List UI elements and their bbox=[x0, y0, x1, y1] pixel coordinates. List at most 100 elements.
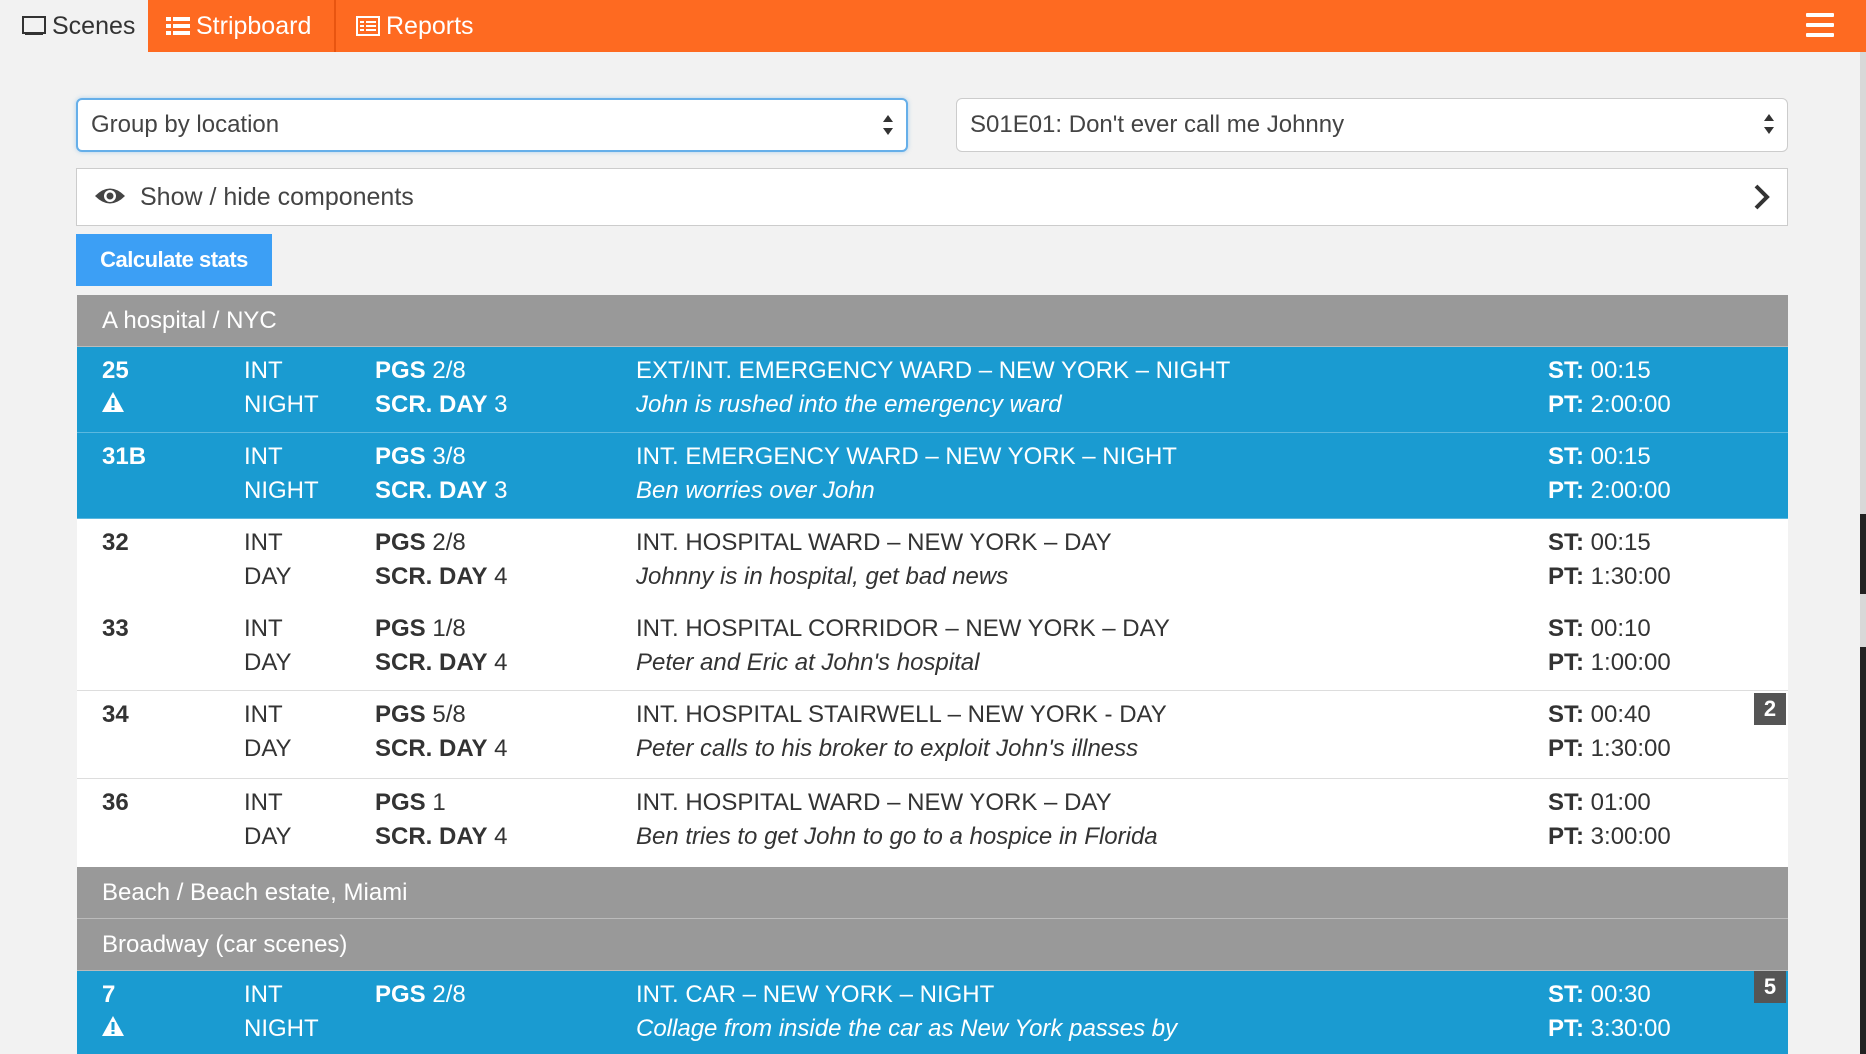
st-label: ST: bbox=[1548, 981, 1584, 1008]
scene-heading: INT. HOSPITAL WARD – NEW YORK – DAY bbox=[636, 529, 1112, 556]
scene-row[interactable]: 36 INT DAY PGS 1 SCR. DAY 4 INT. HOSPITA… bbox=[77, 779, 1788, 867]
scene-time-of-day: DAY bbox=[244, 823, 292, 850]
select-arrows-icon bbox=[882, 114, 894, 143]
scene-row[interactable]: 34 INT DAY PGS 5/8 SCR. DAY 4 INT. HOSPI… bbox=[77, 691, 1788, 779]
st-label: ST: bbox=[1548, 701, 1584, 728]
tab-scenes-label: Scenes bbox=[52, 11, 136, 40]
location-group-header[interactable]: A hospital / NYC bbox=[77, 295, 1788, 347]
scene-heading: EXT/INT. EMERGENCY WARD – NEW YORK – NIG… bbox=[636, 357, 1231, 384]
scene-scr-day: 3 bbox=[494, 391, 508, 418]
episode-select-value: S01E01: Don't ever call me Johnny bbox=[970, 111, 1345, 138]
scene-pages: 1/8 bbox=[432, 615, 466, 642]
chevron-right-icon bbox=[1753, 183, 1771, 218]
scene-scr-day: 4 bbox=[494, 563, 508, 590]
scene-st: 00:40 bbox=[1590, 701, 1651, 728]
tab-divider bbox=[334, 0, 336, 52]
pt-label: PT: bbox=[1548, 477, 1584, 504]
scene-st: 00:15 bbox=[1590, 443, 1651, 470]
scene-row[interactable]: 7 INT NIGHT PGS 2/8 INT. CAR – NEW YORK … bbox=[77, 971, 1788, 1054]
scene-scr-day: 4 bbox=[494, 735, 508, 762]
scene-st: 00:15 bbox=[1590, 529, 1651, 556]
scene-summary: Peter and Eric at John's hospital bbox=[636, 649, 980, 676]
scene-number: 34 bbox=[102, 701, 129, 728]
scene-summary: John is rushed into the emergency ward bbox=[636, 391, 1062, 418]
scene-summary: Peter calls to his broker to exploit Joh… bbox=[636, 735, 1139, 762]
scene-scr-day: 4 bbox=[494, 823, 508, 850]
scene-number: 31B bbox=[102, 443, 147, 470]
pt-label: PT: bbox=[1548, 823, 1584, 850]
scene-int-ext: INT bbox=[244, 529, 283, 556]
scene-time-of-day: NIGHT bbox=[244, 477, 319, 504]
scene-heading: INT. HOSPITAL WARD – NEW YORK – DAY bbox=[636, 789, 1112, 816]
scene-list: A hospital / NYC 25 INT NIGHT PGS 2/8 SC… bbox=[77, 295, 1788, 1054]
pt-label: PT: bbox=[1548, 391, 1584, 418]
pt-label: PT: bbox=[1548, 649, 1584, 676]
scene-pages: 5/8 bbox=[432, 701, 466, 728]
group-by-select[interactable]: Group by location bbox=[76, 98, 908, 152]
pt-label: PT: bbox=[1548, 735, 1584, 762]
tab-stripboard[interactable]: Stripboard bbox=[166, 0, 311, 52]
st-label: ST: bbox=[1548, 529, 1584, 556]
scene-time-of-day: DAY bbox=[244, 649, 292, 676]
scene-row[interactable]: 25 INT NIGHT PGS 2/8 SCR. DAY 3 EXT/INT.… bbox=[77, 347, 1788, 433]
scene-st: 00:30 bbox=[1590, 981, 1651, 1008]
calculate-stats-button[interactable]: Calculate stats bbox=[76, 234, 272, 286]
st-label: ST: bbox=[1548, 789, 1584, 816]
tab-reports[interactable]: Reports bbox=[356, 0, 474, 52]
scene-number: 36 bbox=[102, 789, 129, 816]
page-scrollbar[interactable] bbox=[1860, 52, 1866, 1054]
episode-select[interactable]: S01E01: Don't ever call me Johnny bbox=[956, 98, 1788, 152]
scene-time-of-day: NIGHT bbox=[244, 1015, 319, 1042]
location-group-header[interactable]: Beach / Beach estate, Miami bbox=[77, 867, 1788, 919]
scene-number: 25 bbox=[102, 357, 129, 384]
scene-row[interactable]: 32 INT DAY PGS 2/8 SCR. DAY 4 INT. HOSPI… bbox=[77, 519, 1788, 605]
pages-label: PGS bbox=[375, 529, 426, 556]
scrollbar-thumb-lower[interactable] bbox=[1860, 647, 1866, 1054]
scr-day-label: SCR. DAY bbox=[375, 477, 488, 504]
scene-int-ext: INT bbox=[244, 443, 283, 470]
pages-label: PGS bbox=[375, 789, 426, 816]
scr-day-label: SCR. DAY bbox=[375, 391, 488, 418]
scene-row[interactable]: 31B INT NIGHT PGS 3/8 SCR. DAY 3 INT. EM… bbox=[77, 433, 1788, 519]
scene-pt: 1:30:00 bbox=[1590, 563, 1671, 590]
scene-pages: 2/8 bbox=[432, 529, 466, 556]
scene-summary: Ben tries to get John to go to a hospice… bbox=[636, 823, 1158, 850]
show-hide-components-toggle[interactable]: Show / hide components bbox=[76, 168, 1788, 226]
hamburger-icon[interactable] bbox=[1806, 13, 1834, 37]
scene-heading: INT. HOSPITAL CORRIDOR – NEW YORK – DAY bbox=[636, 615, 1170, 642]
scr-day-label: SCR. DAY bbox=[375, 649, 488, 676]
pages-label: PGS bbox=[375, 701, 426, 728]
location-group-header[interactable]: Broadway (car scenes) bbox=[77, 919, 1788, 971]
scene-pt: 3:30:00 bbox=[1590, 1015, 1671, 1042]
tab-stripboard-label: Stripboard bbox=[196, 11, 312, 40]
scene-heading: INT. HOSPITAL STAIRWELL – NEW YORK - DAY bbox=[636, 701, 1167, 728]
scene-number: 33 bbox=[102, 615, 129, 642]
scr-day-label: SCR. DAY bbox=[375, 823, 488, 850]
show-hide-label: Show / hide components bbox=[140, 183, 414, 211]
scene-summary: Collage from inside the car as New York … bbox=[636, 1015, 1178, 1042]
pages-label: PGS bbox=[375, 615, 426, 642]
report-icon bbox=[356, 16, 380, 36]
scene-heading: INT. EMERGENCY WARD – NEW YORK – NIGHT bbox=[636, 443, 1177, 470]
warning-icon bbox=[101, 391, 125, 420]
st-label: ST: bbox=[1548, 615, 1584, 642]
scene-count-badge: 5 bbox=[1754, 971, 1786, 1003]
select-arrows-icon bbox=[1763, 113, 1775, 142]
top-nav-bar: Scenes Stripboard Reports bbox=[0, 0, 1866, 52]
scrollbar-thumb[interactable] bbox=[1860, 514, 1866, 594]
scene-summary: Johnny is in hospital, get bad news bbox=[636, 563, 1009, 590]
scene-pages: 3/8 bbox=[432, 443, 466, 470]
tab-scenes[interactable]: Scenes bbox=[0, 0, 148, 52]
eye-icon bbox=[94, 185, 126, 214]
group-by-select-value: Group by location bbox=[91, 111, 280, 138]
scene-st: 00:15 bbox=[1590, 357, 1651, 384]
scene-row[interactable]: 33 INT DAY PGS 1/8 SCR. DAY 4 INT. HOSPI… bbox=[77, 605, 1788, 691]
pages-label: PGS bbox=[375, 981, 426, 1008]
scene-pt: 1:30:00 bbox=[1590, 735, 1671, 762]
scene-time-of-day: DAY bbox=[244, 735, 292, 762]
scene-scr-day: 3 bbox=[494, 477, 508, 504]
st-label: ST: bbox=[1548, 443, 1584, 470]
scene-summary: Ben worries over John bbox=[636, 477, 875, 504]
scene-pt: 2:00:00 bbox=[1590, 477, 1671, 504]
scene-scr-day: 4 bbox=[494, 649, 508, 676]
